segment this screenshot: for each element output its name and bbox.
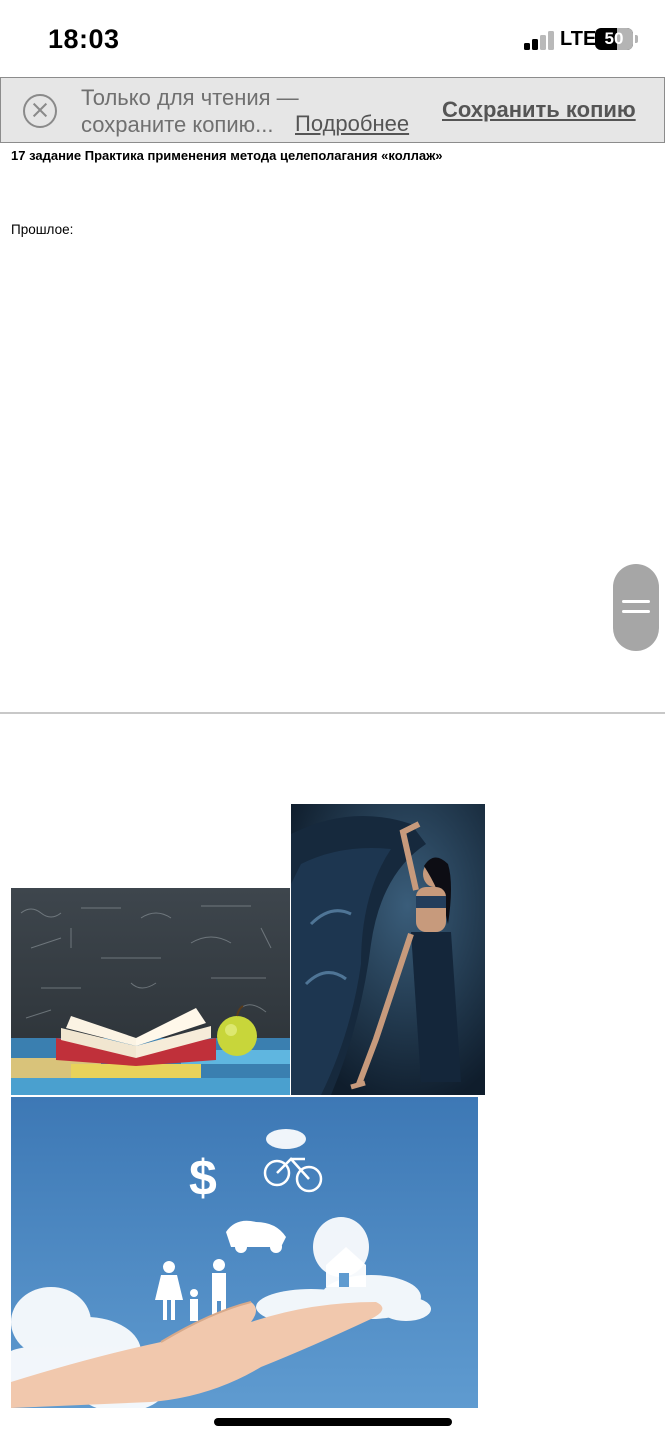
- read-only-banner: Только для чтения — сохраните копию... П…: [0, 77, 665, 143]
- cloud-dreams-image: $: [11, 1097, 478, 1408]
- cellular-signal-icon: [524, 30, 556, 50]
- page-divider: [0, 712, 665, 714]
- close-icon[interactable]: [23, 94, 57, 128]
- save-copy-button[interactable]: Сохранить копию: [442, 97, 636, 123]
- clock: 18:03: [48, 24, 120, 54]
- home-indicator[interactable]: [214, 1418, 452, 1426]
- svg-text:$: $: [189, 1150, 217, 1206]
- dancer-image: [291, 804, 485, 1095]
- network-type: LTE: [560, 28, 597, 50]
- status-bar: 18:03 LTE 50: [0, 0, 665, 76]
- scroll-handle[interactable]: [613, 564, 659, 651]
- document-title: 17 задание Практика применения метода це…: [11, 148, 443, 163]
- read-only-message: Только для чтения — сохраните копию...: [81, 85, 299, 137]
- battery-level: 50: [604, 29, 624, 48]
- details-link[interactable]: Подробнее: [295, 111, 409, 137]
- battery-icon: 50: [595, 28, 633, 50]
- books-chalkboard-image: [11, 888, 290, 1095]
- battery-nub: [635, 35, 638, 43]
- past-label: Прошлое:: [11, 222, 74, 237]
